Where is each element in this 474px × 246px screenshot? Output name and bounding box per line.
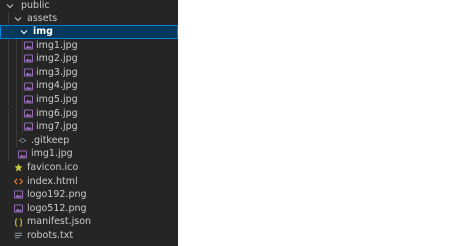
json-braces-icon: [13, 216, 23, 229]
indent-guide: [8, 12, 9, 26]
file-favicon[interactable]: favicon.ico: [0, 161, 178, 175]
indent-guide: [16, 79, 17, 93]
file-label: img3.jpg: [36, 66, 78, 78]
file-logo512[interactable]: logo512.png: [0, 202, 178, 216]
image-file-icon: [23, 39, 33, 52]
file-label: robots.txt: [27, 229, 74, 241]
file-label: index.html: [27, 175, 78, 187]
file-assets-img1[interactable]: img1.jpg: [0, 147, 178, 161]
gitkeep-file-icon: [17, 134, 27, 147]
indent-guide: [8, 133, 9, 148]
image-file-icon: [17, 148, 27, 161]
file-label: manifest.json: [27, 216, 92, 228]
indent-guide: [16, 65, 17, 80]
indent-guide: [8, 65, 9, 80]
file-label: favicon.ico: [27, 161, 79, 173]
image-file-icon: [23, 93, 33, 106]
file-index-html[interactable]: index.html: [0, 175, 178, 189]
image-file-icon: [23, 107, 33, 120]
image-file-icon: [23, 120, 33, 133]
indent-guide: [16, 106, 17, 121]
indent-guide: [8, 52, 9, 66]
star-icon: [13, 161, 23, 174]
chevron-down-icon: [13, 12, 23, 25]
text-file-icon: [13, 229, 23, 242]
folder-assets[interactable]: assets: [0, 12, 178, 26]
editor-area: [178, 0, 474, 246]
indent-guide: [8, 92, 9, 107]
file-logo192[interactable]: logo192.png: [0, 188, 178, 202]
indent-guide: [8, 147, 9, 161]
folder-public[interactable]: public: [0, 0, 178, 13]
file-manifest[interactable]: manifest.json: [0, 215, 178, 229]
file-img3[interactable]: img3.jpg: [0, 65, 178, 80]
image-file-icon: [13, 202, 23, 215]
file-label: img4.jpg: [36, 80, 78, 92]
image-file-icon: [23, 66, 33, 79]
indent-guide: [8, 79, 9, 93]
chevron-down-icon: [5, 0, 15, 12]
file-gitkeep[interactable]: .gitkeep: [0, 133, 178, 148]
image-file-icon: [23, 52, 33, 65]
folder-label: img: [33, 26, 53, 37]
indent-guide: [8, 38, 9, 53]
file-img5[interactable]: img5.jpg: [0, 92, 178, 107]
file-img4[interactable]: img4.jpg: [0, 79, 178, 93]
file-explorer: public assets img img1.jpg img2.jpg img3…: [0, 0, 178, 246]
indent-guide: [16, 92, 17, 107]
indent-guide: [8, 120, 9, 134]
html-file-icon: [13, 175, 23, 188]
file-img2[interactable]: img2.jpg: [0, 52, 178, 66]
indent-guide: [8, 106, 9, 121]
indent-guide: [16, 38, 17, 53]
file-label: img5.jpg: [36, 93, 78, 105]
folder-label: assets: [27, 13, 58, 24]
file-label: .gitkeep: [31, 134, 70, 146]
chevron-down-icon: [19, 25, 29, 38]
indent-guide: [16, 120, 17, 134]
file-label: logo512.png: [27, 202, 87, 214]
image-file-icon: [13, 188, 23, 201]
folder-img[interactable]: img: [0, 25, 178, 39]
indent-guide: [16, 52, 17, 66]
file-label: img1.jpg: [31, 148, 73, 160]
file-img6[interactable]: img6.jpg: [0, 106, 178, 121]
file-label: img6.jpg: [36, 107, 78, 119]
folder-label: public: [21, 0, 50, 11]
file-label: img7.jpg: [36, 121, 78, 133]
image-file-icon: [23, 80, 33, 93]
file-label: img1.jpg: [36, 39, 78, 51]
file-label: img2.jpg: [36, 53, 78, 65]
file-label: logo192.png: [27, 189, 87, 201]
file-img7[interactable]: img7.jpg: [0, 120, 178, 134]
file-img1[interactable]: img1.jpg: [0, 38, 178, 53]
file-robots[interactable]: robots.txt: [0, 229, 178, 243]
